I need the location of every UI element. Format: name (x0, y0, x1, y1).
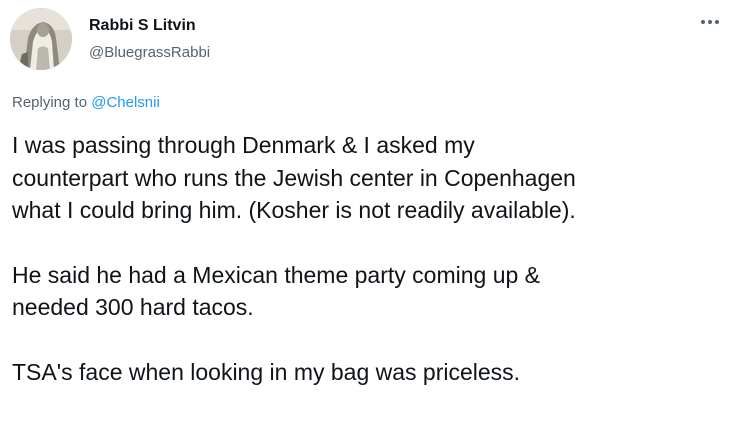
replying-to-label: Replying to (12, 94, 92, 111)
author-display-name[interactable]: Rabbi S Litvin (89, 17, 196, 35)
tweet-line: I was passing through Denmark & I asked … (12, 132, 475, 158)
profile-photo-icon (10, 8, 72, 70)
avatar[interactable] (10, 8, 72, 70)
tweet-line: counterpart who runs the Jewish center i… (12, 164, 576, 191)
reply-mention-link[interactable]: @Chelsnii (91, 94, 160, 111)
more-options-button[interactable] (696, 12, 724, 32)
tweet-line: needed 300 hard tacos. (12, 294, 254, 320)
tweet-text: I was passing through Denmark & I asked … (12, 129, 732, 388)
tweet-line: He said he had a Mexican theme party com… (12, 261, 541, 288)
tweet-card: Rabbi S Litvin @BluegrassRabbi Replying … (0, 0, 740, 428)
author-handle[interactable]: @BluegrassRabbi (89, 44, 210, 61)
tweet-line: what I could bring him. (Kosher is not r… (12, 197, 576, 223)
tweet-line: TSA's face when looking in my bag was pr… (12, 358, 521, 385)
replying-to: Replying to @Chelsnii (12, 94, 160, 111)
more-horizontal-icon (701, 20, 719, 24)
